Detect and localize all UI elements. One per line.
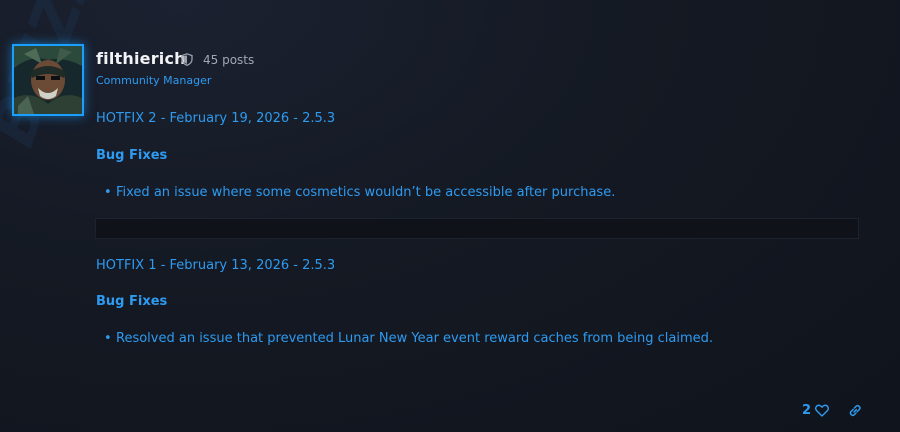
hotfix-heading: HOTFIX 2 - February 19, 2026 - 2.5.3 <box>96 111 336 126</box>
username[interactable]: filthierich <box>96 49 186 68</box>
avatar-image <box>14 46 82 114</box>
heart-icon[interactable] <box>815 404 829 417</box>
shield-icon <box>181 53 193 66</box>
post-count: 45 posts <box>203 53 255 67</box>
hotfix-heading: HOTFIX 1 - February 13, 2026 - 2.5.3 <box>96 258 336 273</box>
user-title: Community Manager <box>96 74 212 87</box>
list-item: Resolved an issue that prevented Lunar N… <box>104 331 713 346</box>
divider <box>95 218 859 239</box>
link-icon[interactable] <box>848 404 862 417</box>
avatar[interactable] <box>12 44 84 116</box>
like-count: 2 <box>802 403 812 418</box>
forum-post: BLIZZARD filthierich 45 posts Community … <box>0 0 900 432</box>
section-heading: Bug Fixes <box>96 148 168 163</box>
section-heading: Bug Fixes <box>96 294 168 309</box>
list-item: Fixed an issue where some cosmetics woul… <box>104 185 615 200</box>
